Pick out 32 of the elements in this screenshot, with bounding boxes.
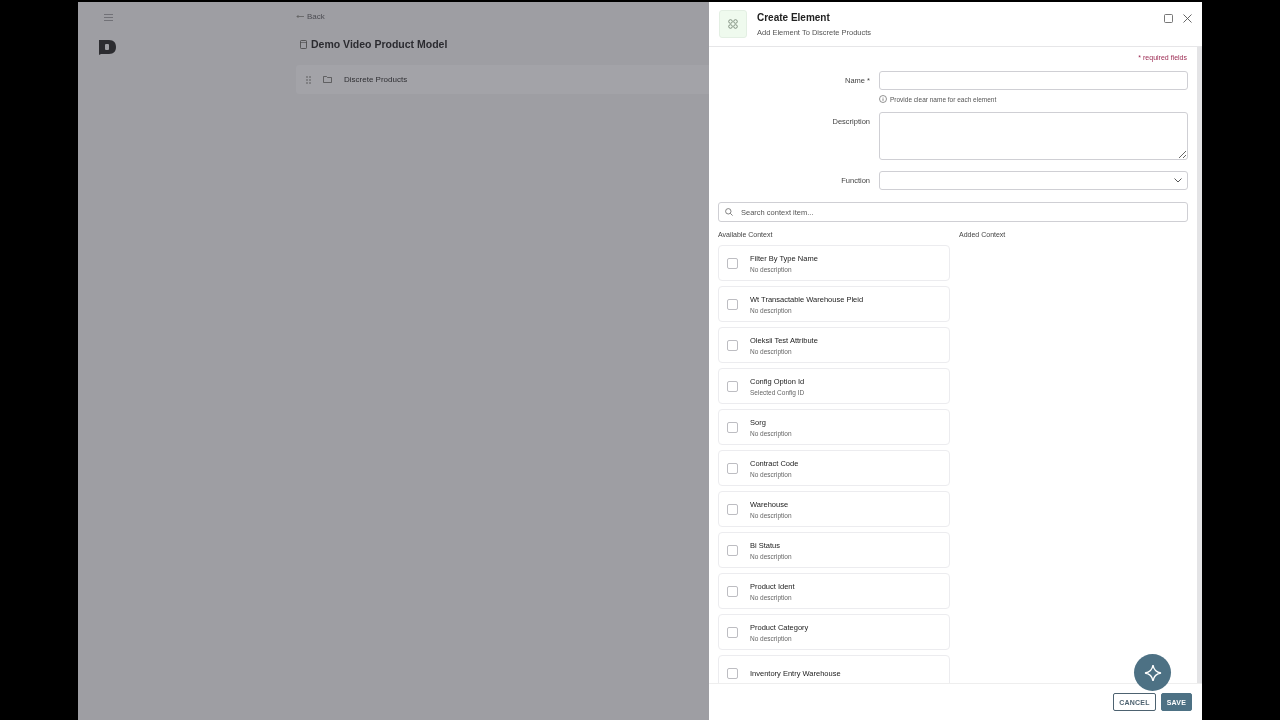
checkbox[interactable] xyxy=(727,298,738,310)
arrow-left-icon xyxy=(296,14,304,19)
drawer-title: Create Element xyxy=(757,11,831,23)
checkbox[interactable] xyxy=(727,503,738,515)
checkbox[interactable] xyxy=(727,257,738,269)
search-icon xyxy=(725,208,733,216)
chevron-down-icon xyxy=(1174,178,1182,183)
close-icon[interactable] xyxy=(1183,14,1192,23)
tree-row[interactable]: Discrete Products xyxy=(296,65,709,94)
maximize-icon[interactable] xyxy=(1164,14,1173,23)
name-field[interactable] xyxy=(879,71,1188,90)
checkbox[interactable] xyxy=(727,380,738,392)
sparkle-icon xyxy=(1143,663,1162,682)
checkbox[interactable] xyxy=(727,585,738,597)
element-icon xyxy=(719,10,747,38)
folder-icon xyxy=(323,76,332,83)
assistant-button[interactable] xyxy=(1134,654,1171,691)
checkbox[interactable] xyxy=(727,626,738,638)
function-dropdown[interactable] xyxy=(879,171,1188,190)
checkbox[interactable] xyxy=(727,462,738,474)
checkbox[interactable] xyxy=(727,421,738,433)
drag-handle-icon xyxy=(306,75,311,84)
menu-icon[interactable] xyxy=(103,14,113,21)
info-icon xyxy=(879,95,887,103)
page-title: Demo Video Product Model xyxy=(311,38,448,50)
checkbox[interactable] xyxy=(727,339,738,351)
description-field[interactable] xyxy=(879,112,1188,160)
checkbox[interactable] xyxy=(727,544,738,556)
document-icon xyxy=(300,39,307,49)
logo-icon xyxy=(99,39,117,55)
row-label: Discrete Products xyxy=(344,75,408,84)
checkbox[interactable] xyxy=(727,667,738,679)
